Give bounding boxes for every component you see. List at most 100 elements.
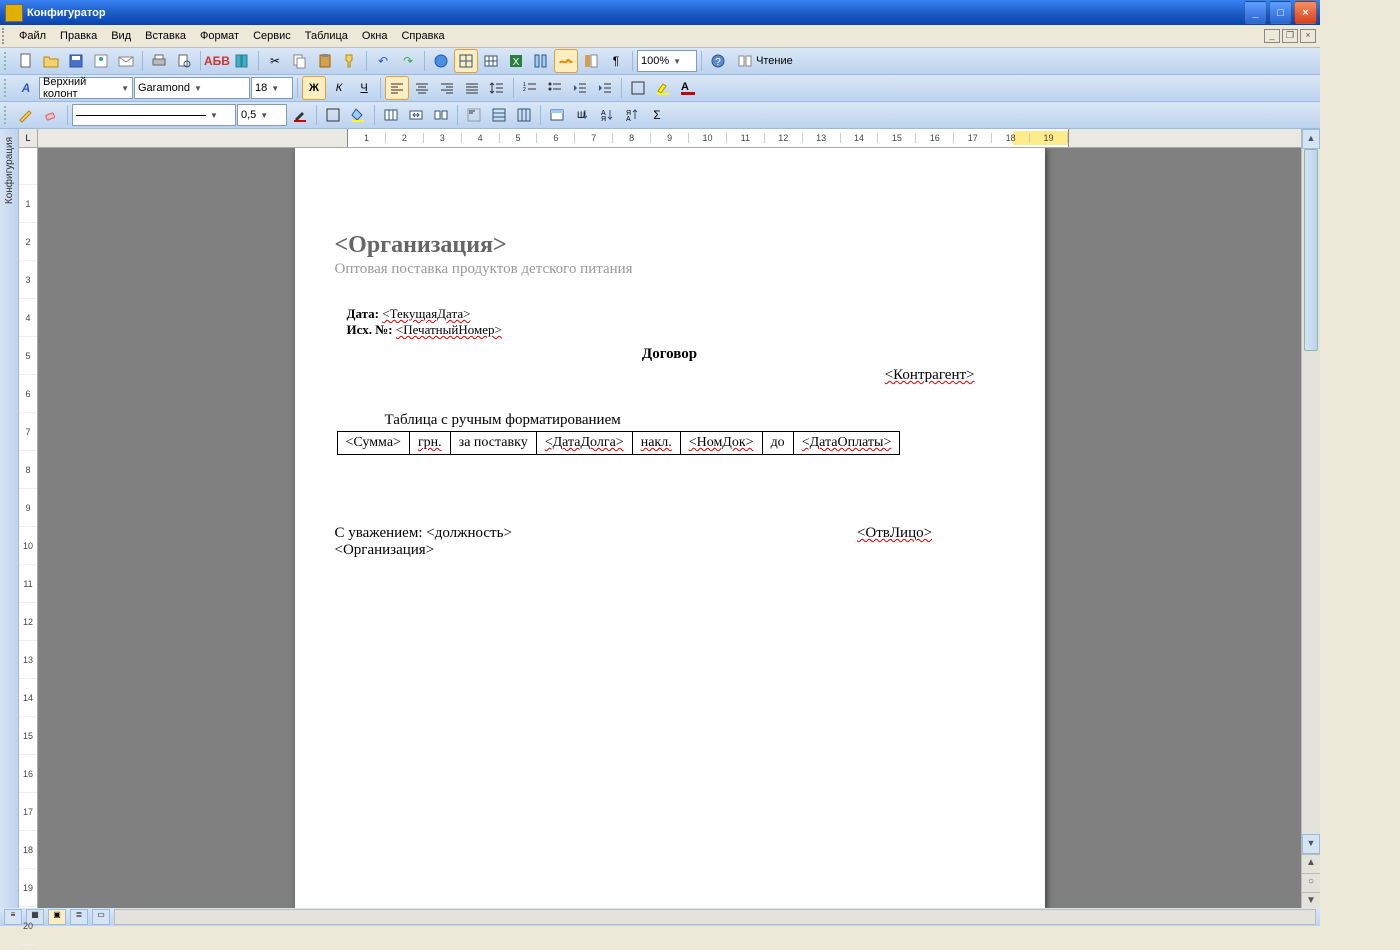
insert-table-button[interactable] xyxy=(479,49,503,73)
print-button[interactable] xyxy=(147,49,171,73)
bullet-list-button[interactable] xyxy=(543,76,567,100)
drawing-button[interactable] xyxy=(554,49,578,73)
draw-table-button[interactable] xyxy=(14,103,38,127)
align-left-button[interactable] xyxy=(385,76,409,100)
help-button[interactable]: ? xyxy=(706,49,730,73)
scroll-thumb[interactable] xyxy=(1304,149,1318,351)
distribute-cols-button[interactable] xyxy=(512,103,536,127)
print-preview-button[interactable] xyxy=(172,49,196,73)
copy-button[interactable] xyxy=(288,49,312,73)
hyperlink-button[interactable] xyxy=(429,49,453,73)
mdi-minimize-button[interactable]: _ xyxy=(1264,29,1280,43)
window-title: Конфигуратор xyxy=(27,7,106,19)
cut-button[interactable]: ✂ xyxy=(263,49,287,73)
menu-service[interactable]: Сервис xyxy=(246,28,298,44)
scroll-up-arrow-icon[interactable]: ▲ xyxy=(1302,129,1320,149)
docmap-button[interactable] xyxy=(579,49,603,73)
menu-windows[interactable]: Окна xyxy=(355,28,395,44)
vertical-ruler[interactable]: 1234567891011121314151617181920 xyxy=(19,147,38,908)
redo-button[interactable]: ↷ xyxy=(396,49,420,73)
excel-button[interactable]: X xyxy=(504,49,528,73)
split-cells-button[interactable] xyxy=(429,103,453,127)
toolbar-grip[interactable] xyxy=(4,106,10,124)
menu-format[interactable]: Формат xyxy=(193,28,246,44)
mdi-restore-button[interactable]: ❐ xyxy=(1282,29,1298,43)
horizontal-ruler[interactable]: 12345678910111213141516171819 xyxy=(37,129,1302,148)
insert-table2-button[interactable] xyxy=(379,103,403,127)
select-browse-button[interactable]: ○ xyxy=(1302,873,1320,892)
paste-button[interactable] xyxy=(313,49,337,73)
prev-page-button[interactable]: ▲ xyxy=(1302,854,1320,873)
autoformat-button[interactable] xyxy=(545,103,569,127)
ruler-corner[interactable]: L xyxy=(19,129,38,148)
zoom-combo[interactable]: 100%▼ xyxy=(637,50,697,72)
scroll-down-arrow-icon[interactable]: ▼ xyxy=(1302,834,1320,854)
vertical-scrollbar[interactable]: ▲ ▼ ▲ ○ ▼ xyxy=(1301,129,1320,908)
style-combo[interactable]: Верхний колонт▼ xyxy=(39,77,133,99)
bold-button[interactable]: Ж xyxy=(302,76,326,100)
font-color-button[interactable]: A xyxy=(676,76,700,100)
merge-cells-button[interactable] xyxy=(404,103,428,127)
line-style-combo[interactable]: ▼ xyxy=(72,104,236,126)
format-painter-button[interactable] xyxy=(338,49,362,73)
menu-help[interactable]: Справка xyxy=(394,28,451,44)
print-view-button[interactable]: ▣ xyxy=(48,909,66,925)
new-doc-button[interactable] xyxy=(14,49,38,73)
horizontal-scrollbar[interactable] xyxy=(114,909,1316,925)
line-spacing-button[interactable] xyxy=(485,76,509,100)
distribute-rows-button[interactable] xyxy=(487,103,511,127)
increase-indent-button[interactable] xyxy=(593,76,617,100)
outside-border-button[interactable] xyxy=(321,103,345,127)
sort-desc-button[interactable]: ЯА xyxy=(620,103,644,127)
close-button[interactable]: × xyxy=(1294,1,1317,24)
email-button[interactable] xyxy=(114,49,138,73)
autosum-button[interactable]: Σ xyxy=(645,103,669,127)
border-color-button[interactable] xyxy=(288,103,312,127)
outline-view-button[interactable]: ≣ xyxy=(70,909,88,925)
align-right-button[interactable] xyxy=(435,76,459,100)
menu-view[interactable]: Вид xyxy=(104,28,138,44)
highlight-button[interactable] xyxy=(651,76,675,100)
page[interactable]: <Организация> Оптовая поставка продуктов… xyxy=(295,147,1045,908)
save-button[interactable] xyxy=(64,49,88,73)
shading-color-button[interactable] xyxy=(346,103,370,127)
show-marks-button[interactable]: ¶ xyxy=(604,49,628,73)
menu-edit[interactable]: Правка xyxy=(53,28,104,44)
menu-file[interactable]: Файл xyxy=(12,28,53,44)
undo-button[interactable]: ↶ xyxy=(371,49,395,73)
align-center-button[interactable] xyxy=(410,76,434,100)
minimize-button[interactable]: _ xyxy=(1244,1,1267,24)
side-tab-config[interactable]: Конфигурация xyxy=(0,129,19,908)
toolbar-grip[interactable] xyxy=(4,52,10,70)
underline-button[interactable]: Ч xyxy=(352,76,376,100)
menu-table[interactable]: Таблица xyxy=(298,28,355,44)
font-size-combo[interactable]: 18▼ xyxy=(251,77,293,99)
next-page-button[interactable]: ▼ xyxy=(1302,892,1320,911)
permissions-button[interactable] xyxy=(89,49,113,73)
borders-button[interactable] xyxy=(626,76,650,100)
eraser-button[interactable] xyxy=(39,103,63,127)
align-top-left-button[interactable] xyxy=(462,103,486,127)
italic-button[interactable]: К xyxy=(327,76,351,100)
open-button[interactable] xyxy=(39,49,63,73)
line-weight-combo[interactable]: 0,5▼ xyxy=(237,104,287,126)
numbered-list-button[interactable]: 12 xyxy=(518,76,542,100)
sort-asc-button[interactable]: АЯ xyxy=(595,103,619,127)
font-combo[interactable]: Garamond▼ xyxy=(134,77,250,99)
maximize-button[interactable]: □ xyxy=(1269,1,1292,24)
styles-button[interactable]: A xyxy=(14,76,38,100)
research-button[interactable] xyxy=(230,49,254,73)
menu-insert[interactable]: Вставка xyxy=(138,28,193,44)
toolbar-grip[interactable] xyxy=(2,28,8,44)
mdi-close-button[interactable]: × xyxy=(1300,29,1316,43)
spellcheck-button[interactable]: АБВ xyxy=(205,49,229,73)
tables-borders-button[interactable] xyxy=(454,49,478,73)
justify-button[interactable] xyxy=(460,76,484,100)
document-scroll-area[interactable]: <Организация> Оптовая поставка продуктов… xyxy=(37,147,1302,908)
columns-button[interactable] xyxy=(529,49,553,73)
decrease-indent-button[interactable] xyxy=(568,76,592,100)
reading-view-button[interactable]: ▭ xyxy=(92,909,110,925)
text-direction-button[interactable]: Ш xyxy=(570,103,594,127)
toolbar-grip[interactable] xyxy=(4,79,10,97)
read-button[interactable]: Чтение xyxy=(731,49,799,73)
